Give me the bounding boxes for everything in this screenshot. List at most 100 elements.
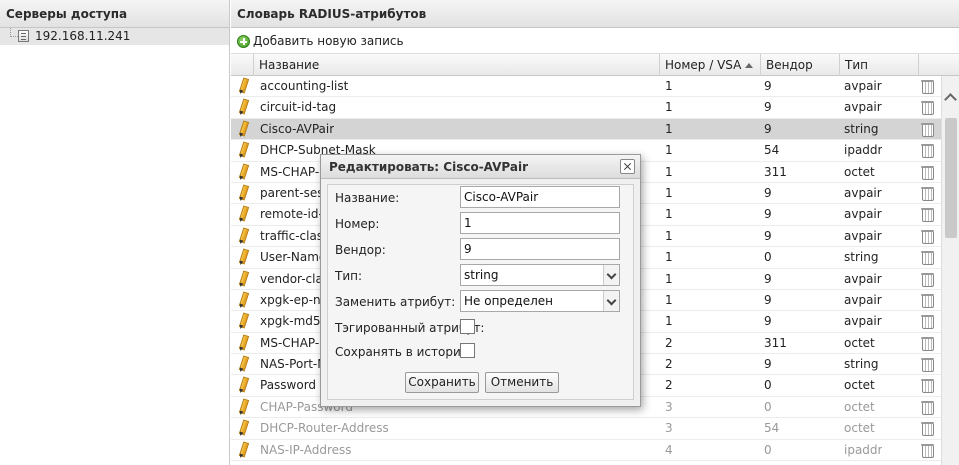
chevron-down-icon[interactable]: [603, 291, 619, 311]
save-button[interactable]: Сохранить: [405, 372, 479, 393]
number-field[interactable]: 1: [460, 212, 620, 234]
cell-type: string: [844, 250, 879, 265]
pencil-icon[interactable]: [236, 78, 248, 94]
type-select[interactable]: string: [460, 264, 620, 286]
column-header-name[interactable]: Название: [253, 54, 659, 76]
cell-name: remote-id-t: [260, 207, 328, 222]
table-row[interactable]: accounting-list 1 9 avpair: [231, 76, 941, 98]
pencil-icon[interactable]: [236, 399, 248, 415]
trash-icon[interactable]: [921, 229, 934, 244]
pencil-icon[interactable]: [236, 142, 248, 158]
column-header-type[interactable]: Тип: [839, 54, 918, 76]
cell-vendor: 54: [764, 143, 780, 158]
cell-type: ipaddr: [844, 143, 883, 158]
add-record-button[interactable]: Добавить новую запись: [237, 33, 404, 49]
replace-attribute-select[interactable]: Не определен: [460, 290, 620, 312]
cell-type: avpair: [844, 292, 882, 307]
trash-icon[interactable]: [921, 421, 934, 437]
cell-vendor: 9: [764, 292, 772, 307]
cell-type: octet: [844, 378, 875, 393]
pencil-icon[interactable]: [236, 249, 248, 265]
pencil-icon[interactable]: [236, 420, 248, 436]
cell-type: string: [844, 357, 879, 372]
pencil-icon[interactable]: [236, 335, 248, 351]
cell-type: avpair: [844, 185, 882, 200]
cell-number: 1: [665, 143, 673, 158]
cell-name: MS-CHAP-E: [260, 335, 327, 350]
table-row[interactable]: DHCP-Router-Address 3 54 octet: [231, 418, 941, 440]
table-row[interactable]: circuit-id-tag 1 9 avpair: [231, 97, 941, 119]
cell-name: DHCP-Router-Address: [260, 421, 389, 436]
table-row[interactable]: Cisco-AVPair 1 9 string: [231, 118, 941, 141]
replace-select-value: Не определен: [464, 294, 553, 308]
close-icon[interactable]: [620, 159, 635, 174]
pencil-icon[interactable]: [236, 313, 248, 329]
header-delete-column: [918, 54, 959, 76]
trash-icon[interactable]: [921, 272, 934, 287]
dialog-title: Редактировать: Cisco-AVPair: [329, 160, 529, 174]
column-header-number-label: Номер / VSA: [665, 58, 742, 72]
servers-panel-title: Серверы доступа: [0, 0, 229, 28]
pencil-icon[interactable]: [236, 377, 248, 393]
header-edit-column: [231, 54, 253, 76]
cell-type: avpair: [844, 100, 882, 115]
trash-icon[interactable]: [921, 143, 934, 159]
replace-field-label: Заменить атрибут:: [335, 295, 456, 309]
pencil-icon[interactable]: [236, 442, 248, 458]
cell-type: octet: [844, 421, 875, 436]
edit-attribute-dialog: Редактировать: Cisco-AVPair Название: Ci…: [320, 154, 641, 407]
column-header-vendor[interactable]: Вендор: [760, 54, 839, 76]
pencil-icon[interactable]: [236, 271, 248, 287]
pencil-icon[interactable]: [236, 121, 248, 137]
server-icon: [18, 30, 29, 42]
cell-name: MS-CHAP-R: [260, 164, 328, 179]
cell-name: Cisco-AVPair: [260, 121, 335, 136]
trash-icon[interactable]: [921, 293, 934, 308]
trash-icon[interactable]: [921, 378, 934, 394]
cell-vendor: 9: [764, 100, 772, 115]
trash-icon[interactable]: [921, 357, 934, 373]
trash-icon[interactable]: [921, 122, 934, 137]
pencil-icon[interactable]: [236, 356, 248, 372]
save-history-checkbox[interactable]: [460, 343, 475, 358]
pencil-icon[interactable]: [236, 292, 248, 308]
pencil-icon[interactable]: [236, 206, 248, 222]
trash-icon[interactable]: [921, 186, 934, 201]
cell-vendor: 9: [764, 207, 772, 222]
server-tree-item[interactable]: 192.168.11.241: [0, 28, 229, 45]
cell-type: octet: [844, 335, 875, 350]
column-header-number[interactable]: Номер / VSA: [659, 54, 760, 76]
scroll-thumb[interactable]: [945, 118, 957, 238]
trash-icon[interactable]: [921, 250, 934, 266]
cell-type: avpair: [844, 79, 882, 93]
number-field-label: Номер:: [335, 217, 380, 231]
radius-panel-title: Словарь RADIUS-атрибутов: [231, 0, 959, 28]
pencil-icon[interactable]: [236, 99, 248, 115]
cancel-button[interactable]: Отменить: [485, 372, 559, 393]
chevron-down-icon[interactable]: [603, 265, 619, 285]
type-field-label: Тип:: [335, 269, 363, 283]
table-row[interactable]: NAS-IP-Address 4 0 ipaddr: [231, 440, 941, 462]
cell-vendor: 0: [764, 378, 772, 393]
column-header-name-label: Название: [259, 58, 320, 72]
servers-panel: Серверы доступа 192.168.11.241: [0, 0, 230, 465]
trash-icon[interactable]: [921, 443, 934, 458]
trash-icon[interactable]: [921, 100, 934, 116]
trash-icon[interactable]: [921, 207, 934, 223]
pencil-icon[interactable]: [236, 164, 248, 180]
scroll-up-arrow-icon[interactable]: [942, 91, 959, 105]
trash-icon[interactable]: [921, 400, 934, 415]
cell-number: 3: [665, 399, 673, 414]
pencil-icon[interactable]: [236, 185, 248, 201]
trash-icon[interactable]: [921, 79, 934, 94]
trash-icon[interactable]: [921, 336, 934, 351]
vendor-field[interactable]: 9: [460, 238, 620, 260]
cell-name: vendor-clas: [260, 271, 330, 286]
trash-icon[interactable]: [921, 314, 934, 330]
pencil-icon[interactable]: [236, 228, 248, 244]
name-field[interactable]: Cisco-AVPair: [460, 186, 620, 208]
tagged-attribute-checkbox[interactable]: [460, 319, 475, 334]
trash-icon[interactable]: [921, 165, 934, 180]
vertical-scrollbar[interactable]: [941, 76, 959, 465]
history-field-label: Сохранять в историю:: [335, 345, 475, 359]
